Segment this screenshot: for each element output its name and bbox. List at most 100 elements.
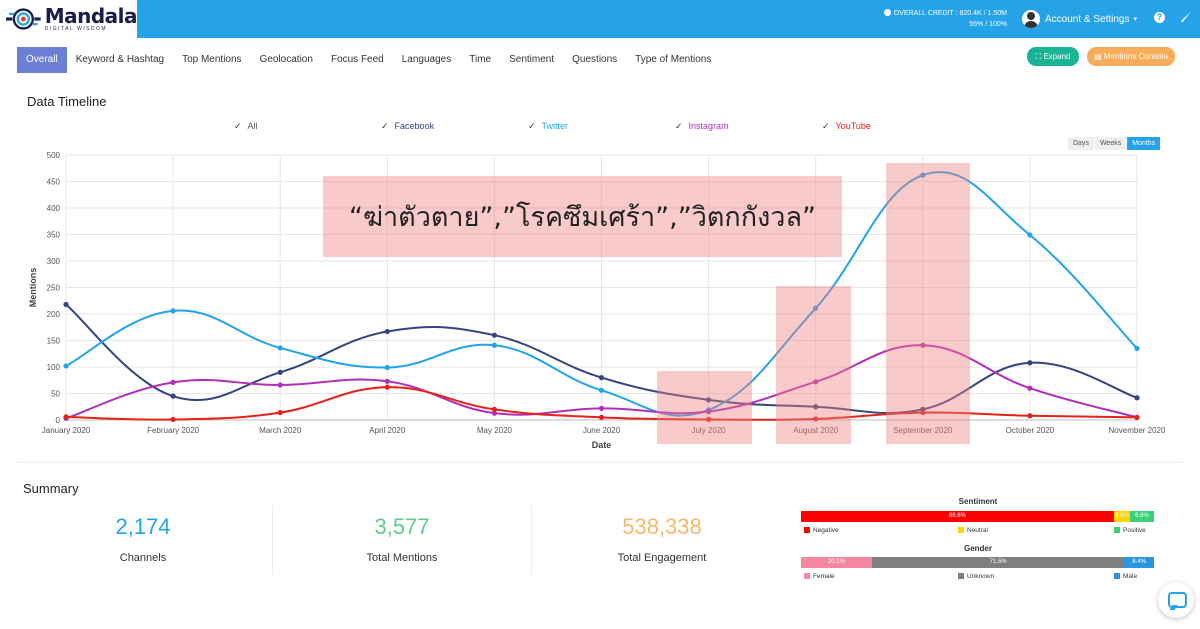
x-tick-label: November 2020 (1109, 426, 1166, 435)
expand-button[interactable]: ⛶ Expand (1027, 47, 1079, 66)
tab-keyword-hashtag[interactable]: Keyword & Hashtag (67, 47, 173, 73)
expand-label: Expand (1043, 52, 1071, 61)
data-point-instagram (277, 382, 283, 388)
legend-neutral: Neutral (958, 527, 988, 534)
brand-logo[interactable]: Mandala DIGITAL WISDOM (0, 0, 138, 38)
check-icon: ✓ (822, 121, 830, 131)
tab-geolocation[interactable]: Geolocation (251, 47, 322, 73)
tab-focus-feed[interactable]: Focus Feed (322, 47, 393, 73)
highlight-july (657, 371, 752, 444)
mandala-logo-icon (6, 8, 41, 30)
legend-male: Male (1114, 573, 1137, 580)
gender-male-segment[interactable]: 8.4% (1124, 557, 1154, 568)
tab-overall[interactable]: Overall (17, 47, 67, 73)
data-point-facebook (277, 369, 283, 375)
sentiment-bar: 88.6% 4.6% 6.8% (801, 511, 1154, 522)
data-point-twitter (277, 345, 283, 351)
data-point-youtube (491, 406, 497, 412)
mentions-console-button[interactable]: ▤ Mentions Console (1087, 47, 1175, 66)
tab-sentiment[interactable]: Sentiment (500, 47, 563, 73)
y-tick-label: 150 (47, 337, 61, 346)
y-axis-title: Mentions (28, 268, 38, 308)
legend-text: Positive (1123, 527, 1146, 534)
sentiment-positive-segment[interactable]: 6.8% (1129, 511, 1154, 522)
console-label: Mentions Console (1103, 52, 1168, 61)
y-tick-label: 350 (47, 231, 61, 240)
data-point-youtube (170, 416, 176, 423)
timeline-title: Data Timeline (27, 94, 107, 109)
stat-separator (272, 505, 273, 575)
chat-support-icon[interactable] (1158, 582, 1194, 618)
credit-line-1: OVERALL CREDIT : 820.4K / 1.50M (893, 10, 1007, 17)
data-point-twitter (1134, 345, 1140, 352)
legend-text: Female (813, 573, 835, 580)
legend-text: Male (1123, 573, 1138, 580)
legend-label: Instagram (688, 121, 729, 131)
data-point-instagram (598, 405, 605, 411)
y-tick-label: 100 (47, 363, 61, 372)
legend-youtube[interactable]: ✓ YouTube (822, 121, 871, 132)
data-point-facebook (170, 393, 176, 399)
data-point-instagram (384, 378, 390, 384)
account-label: Account & Settings (1045, 13, 1130, 25)
legend-twitter[interactable]: ✓ Twitter (528, 121, 568, 132)
tab-questions[interactable]: Questions (563, 47, 626, 73)
legend-label: YouTube (835, 121, 871, 131)
overall-credit: OVERALL CREDIT : 820.4K / 1.50M 55% / 10… (882, 8, 1007, 30)
account-settings-menu[interactable]: Account & Settings ▾ (1022, 10, 1137, 28)
top-bar: Mandala DIGITAL WISDOM OVERALL CREDIT : … (0, 0, 1200, 38)
data-point-facebook (1134, 395, 1140, 401)
y-tick-label: 200 (47, 310, 61, 319)
swatch (958, 527, 964, 533)
sentiment-neutral-segment[interactable]: 4.6% (1113, 511, 1130, 522)
tab-time[interactable]: Time (460, 47, 500, 73)
summary-title: Summary (23, 481, 79, 496)
help-icon[interactable]: ? (1154, 12, 1165, 23)
y-tick-label: 50 (51, 390, 60, 399)
swatch (1114, 573, 1120, 579)
gender-female-segment[interactable]: 20.1% (801, 557, 872, 568)
highlight-keywords-text: “ฆ่าตัวตาย”,”โรคซึมเศร้า”,”วิตกกังวล” (348, 202, 816, 233)
tab-languages[interactable]: Languages (393, 47, 461, 73)
brush-icon[interactable] (1180, 11, 1192, 23)
check-icon: ✓ (381, 121, 389, 131)
data-point-youtube (598, 414, 605, 420)
brand-text: Mandala DIGITAL WISDOM (44, 6, 138, 32)
swatch (958, 573, 964, 579)
legend-facebook[interactable]: ✓ Facebook (381, 121, 434, 132)
check-icon: ✓ (528, 121, 536, 131)
gender-unknown-segment[interactable]: 71.5% (871, 557, 1125, 568)
data-point-facebook (1027, 360, 1033, 366)
highlight-september (886, 163, 970, 444)
console-icon: ▤ (1094, 52, 1104, 61)
legend-all[interactable]: ✓ All (234, 121, 258, 132)
gender-title: Gender (963, 544, 992, 553)
x-axis-title: Date (592, 440, 612, 450)
data-point-twitter (1027, 232, 1033, 238)
tab-top-mentions[interactable]: Top Mentions (173, 47, 250, 73)
data-point-twitter (63, 363, 69, 369)
analytics-tabs: Overall Keyword & Hashtag Top Mentions G… (17, 47, 720, 73)
swatch (804, 527, 810, 533)
y-tick-label: 400 (47, 204, 61, 213)
data-point-facebook (384, 328, 390, 335)
x-tick-label: January 2020 (42, 426, 91, 435)
data-point-instagram (1027, 385, 1033, 391)
data-point-twitter (384, 364, 390, 371)
legend-instagram[interactable]: ✓ Instagram (675, 121, 729, 132)
check-icon: ✓ (675, 121, 683, 131)
data-point-youtube (277, 409, 283, 416)
credit-dot-icon (883, 9, 891, 16)
tab-type-of-mentions[interactable]: Type of Mentions (626, 47, 720, 73)
data-point-youtube (63, 414, 69, 420)
highlight-august (776, 286, 851, 444)
avatar (1022, 10, 1040, 28)
y-tick-label: 250 (47, 284, 61, 293)
x-tick-label: April 2020 (369, 426, 406, 435)
data-point-facebook (491, 332, 497, 338)
y-tick-label: 500 (47, 151, 61, 160)
brand-tagline: DIGITAL WISDOM (44, 26, 108, 32)
sentiment-negative-segment[interactable]: 88.6% (801, 511, 1114, 522)
data-point-twitter (598, 387, 605, 393)
x-tick-label: June 2020 (583, 426, 621, 435)
